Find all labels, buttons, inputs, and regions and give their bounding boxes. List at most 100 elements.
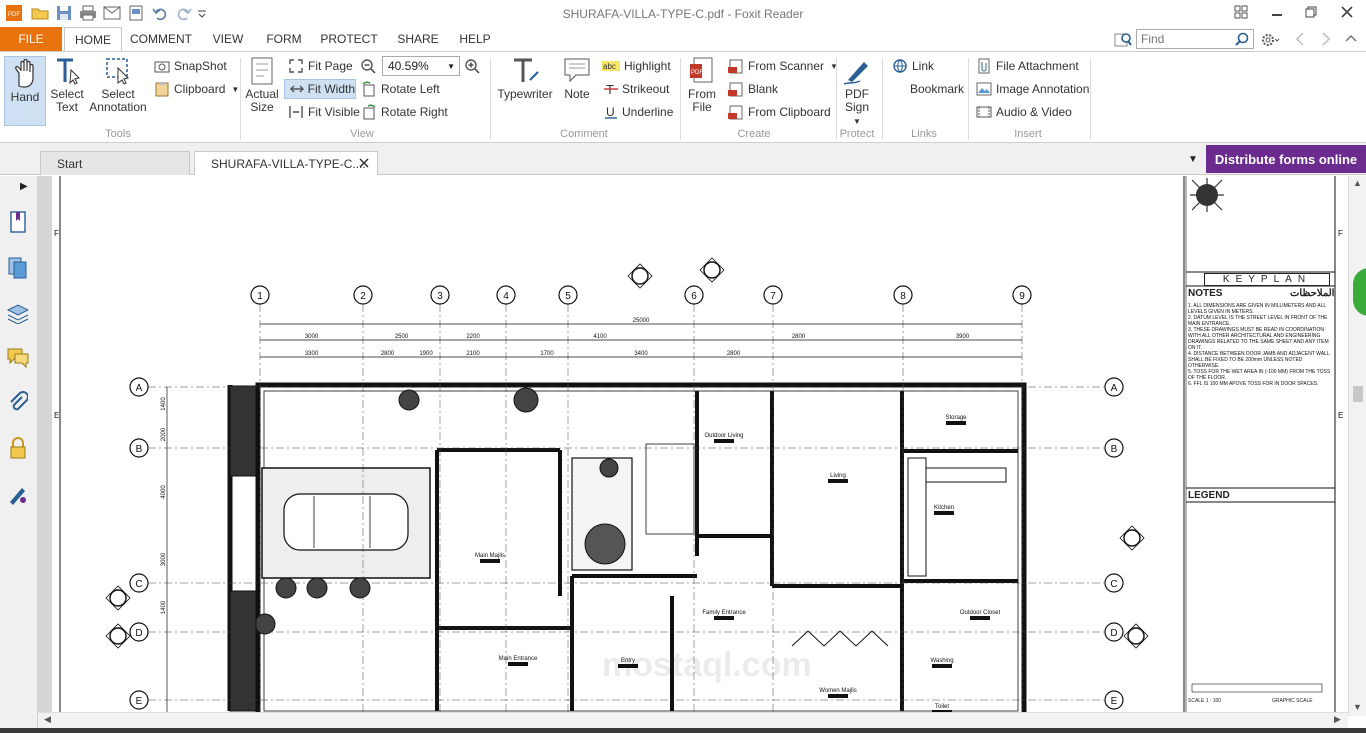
pages-panel-icon[interactable] bbox=[6, 256, 30, 280]
next-result-icon[interactable] bbox=[1320, 31, 1334, 49]
promo-banner[interactable]: Distribute forms online bbox=[1206, 145, 1366, 173]
scroll-down-icon[interactable]: ▼ bbox=[1353, 702, 1362, 712]
scroll-right-icon[interactable]: ▶ bbox=[1334, 714, 1341, 725]
help-icon[interactable] bbox=[1230, 3, 1252, 21]
find-field[interactable] bbox=[1136, 29, 1254, 49]
select-text-button[interactable]: Select Text bbox=[50, 56, 84, 114]
from-file-button[interactable]: PDF From File bbox=[684, 56, 720, 114]
minimize-icon[interactable] bbox=[1266, 3, 1288, 21]
expand-panel-icon[interactable]: ▶ bbox=[20, 181, 28, 192]
actual-size-button[interactable]: Actual Size bbox=[244, 56, 280, 114]
zoom-value: 40.59% bbox=[388, 59, 429, 73]
rotate-right-button[interactable]: Rotate Right bbox=[361, 102, 448, 122]
svg-text:U: U bbox=[606, 105, 615, 119]
fit-page-button[interactable]: Fit Page bbox=[288, 56, 353, 76]
hand-button[interactable]: Hand bbox=[4, 56, 46, 126]
tab-view[interactable]: VIEW bbox=[204, 27, 252, 51]
collapse-ribbon-icon[interactable] bbox=[1344, 31, 1360, 49]
fit-visible-button[interactable]: Fit Visible bbox=[288, 102, 360, 122]
dimension-text: 2000 bbox=[161, 427, 167, 441]
tab-comment[interactable]: COMMENT bbox=[126, 27, 196, 51]
grid-bubble-label: 3 bbox=[437, 291, 443, 302]
underline-button[interactable]: U Underline bbox=[604, 102, 673, 122]
group-label-view: View bbox=[350, 128, 374, 140]
scanner-icon bbox=[728, 59, 743, 74]
underline-icon: U bbox=[605, 105, 617, 119]
tab-protect[interactable]: PROTECT bbox=[316, 27, 382, 51]
room-level-tag bbox=[946, 421, 966, 425]
select-annotation-icon bbox=[106, 58, 129, 85]
security-panel-icon[interactable] bbox=[6, 436, 30, 460]
navigation-panel: ▶ bbox=[0, 176, 38, 733]
dimension-text: 2100 bbox=[466, 351, 480, 357]
restore-icon[interactable] bbox=[1300, 3, 1322, 21]
select-text-label-2: Text bbox=[55, 100, 78, 114]
zoom-select[interactable]: 40.59% ▼ bbox=[382, 56, 460, 76]
graphic-scale-label: GRAPHIC SCALE bbox=[1272, 698, 1313, 704]
signature-panel-icon[interactable] bbox=[6, 482, 30, 506]
tab-start[interactable]: Start bbox=[40, 151, 190, 175]
tab-document[interactable]: SHURAFA-VILLA-TYPE-C.... bbox=[194, 151, 378, 175]
file-tab[interactable]: FILE bbox=[0, 27, 62, 51]
scroll-up-icon[interactable]: ▲ bbox=[1353, 178, 1362, 188]
zoom-out-icon[interactable] bbox=[360, 58, 378, 74]
page-gutter bbox=[38, 176, 52, 716]
image-annotation-button[interactable]: Image Annotation bbox=[976, 79, 1089, 99]
comments-panel-icon[interactable] bbox=[6, 346, 30, 370]
snapshot-button[interactable]: SnapShot bbox=[154, 56, 227, 76]
find-options-icon[interactable] bbox=[1114, 31, 1132, 49]
notes-title: NOTES bbox=[1188, 288, 1223, 299]
fit-width-button[interactable]: Fit Width bbox=[284, 79, 356, 99]
group-label-links: Links bbox=[911, 128, 937, 140]
from-scanner-button[interactable]: From Scanner ▼ bbox=[728, 56, 838, 76]
audio-video-button[interactable]: Audio & Video bbox=[976, 102, 1072, 122]
green-tab-icon[interactable] bbox=[1353, 268, 1366, 316]
file-attachment-button[interactable]: File Attachment bbox=[976, 56, 1079, 76]
dimension-text: 3000 bbox=[305, 334, 319, 340]
link-button[interactable]: Link bbox=[892, 56, 934, 76]
attachments-panel-icon[interactable] bbox=[6, 390, 30, 414]
tab-help[interactable]: HELP bbox=[452, 27, 498, 51]
tab-form[interactable]: FORM bbox=[260, 27, 308, 51]
tab-list-chevron-icon[interactable]: ▼ bbox=[1188, 154, 1198, 165]
layers-panel-icon[interactable] bbox=[6, 302, 30, 326]
strikeout-button[interactable]: T Strikeout bbox=[604, 79, 669, 99]
select-annotation-button[interactable]: Select Annotation bbox=[88, 56, 148, 114]
close-tab-icon[interactable] bbox=[359, 157, 369, 171]
search-icon[interactable] bbox=[1235, 32, 1249, 49]
horizontal-scrollbar[interactable]: ◀ ▶ bbox=[38, 712, 1348, 728]
rotate-right-label: Rotate Right bbox=[381, 105, 448, 119]
typewriter-button[interactable]: Typewriter bbox=[496, 56, 554, 101]
room-level-tag bbox=[828, 694, 848, 698]
note-item: 1. ALL DIMENSIONS ARE GIVEN IN MILLIMETE… bbox=[1188, 303, 1327, 315]
rotate-left-button[interactable]: Rotate Left bbox=[361, 79, 440, 99]
close-icon[interactable] bbox=[1336, 3, 1358, 21]
scroll-left-icon[interactable]: ◀ bbox=[44, 714, 51, 725]
highlight-icon: abc bbox=[602, 61, 620, 71]
tab-start-label: Start bbox=[57, 156, 83, 171]
previous-result-icon[interactable] bbox=[1294, 31, 1308, 49]
bookmark-button[interactable]: Bookmark bbox=[910, 79, 964, 99]
zoom-in-icon[interactable] bbox=[464, 58, 482, 74]
window-title: SHURAFA-VILLA-TYPE-C.pdf - Foxit Reader bbox=[562, 7, 804, 21]
vertical-scrollbar[interactable]: ▲ ▼ bbox=[1348, 176, 1366, 716]
blank-button[interactable]: Blank bbox=[728, 79, 778, 99]
gear-icon[interactable] bbox=[1260, 31, 1280, 49]
clipboard-button[interactable]: Clipboard ▼ bbox=[154, 79, 239, 99]
highlight-button[interactable]: abc Highlight bbox=[602, 56, 671, 76]
from-file-icon: PDF bbox=[690, 57, 713, 83]
grid-bubble-label: 7 bbox=[770, 291, 776, 302]
room-label: Main Majlis bbox=[475, 553, 505, 559]
grid-bubble-label: C bbox=[135, 579, 142, 590]
from-clipboard-button[interactable]: From Clipboard bbox=[728, 102, 831, 122]
bookmark-panel-icon[interactable] bbox=[6, 210, 30, 234]
pdf-sign-button[interactable]: PDF Sign ▼ bbox=[840, 56, 874, 128]
find-input[interactable] bbox=[1137, 30, 1235, 48]
dimension-text: 2500 bbox=[395, 334, 409, 340]
tab-share[interactable]: SHARE bbox=[392, 27, 444, 51]
frame-letter: E bbox=[54, 411, 59, 420]
tab-home[interactable]: HOME bbox=[64, 27, 122, 52]
note-button[interactable]: Note bbox=[560, 56, 594, 101]
pdf-page[interactable]: 1 2 3 4 5 6 7 8 9 A A B B C C D D E E 25000 3000 2500 2200 4100… bbox=[52, 176, 1348, 712]
scroll-thumb[interactable] bbox=[1353, 386, 1363, 402]
